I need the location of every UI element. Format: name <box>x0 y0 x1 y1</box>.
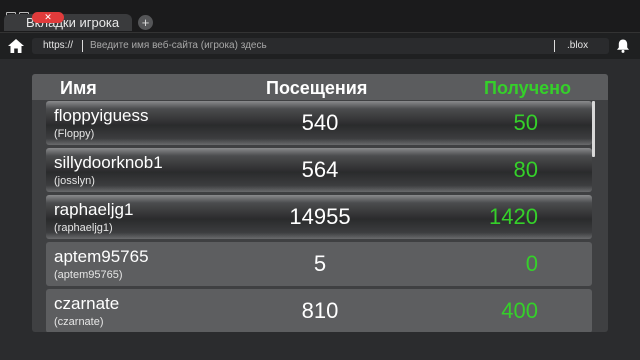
row-username: floppyiguess <box>54 106 149 125</box>
player-table: Имя Посещения Получено floppyiguess (Flo… <box>32 74 608 332</box>
row-display-name: (josslyn) <box>54 175 95 187</box>
table-header: Имя Посещения Получено <box>32 74 608 100</box>
header-visits: Посещения <box>266 78 368 98</box>
bell-icon[interactable] <box>616 39 630 53</box>
text-cursor <box>82 40 83 52</box>
text-cursor <box>554 40 555 52</box>
tab-player-tabs[interactable]: Вкладки игрока <box>4 14 132 31</box>
header-received: Получено <box>484 78 572 98</box>
row-received: 0 <box>525 251 538 276</box>
row-received: 1420 <box>489 204 538 229</box>
table-row[interactable]: aptem95765 (aptem95765) 5 0 <box>46 242 592 286</box>
close-icon[interactable]: ✕ <box>32 12 64 23</box>
row-username: sillydoorknob1 <box>54 153 163 172</box>
table-rows[interactable]: floppyiguess (Floppy) 540 50 sillydoorkn… <box>46 101 593 332</box>
row-visits: 810 <box>301 298 339 323</box>
address-input[interactable]: https:// Введите имя веб-сайта (игрока) … <box>32 38 609 54</box>
row-visits: 564 <box>301 157 339 182</box>
table-row[interactable]: raphaeljg1 (raphaeljg1) 14955 1420 <box>46 195 592 239</box>
row-username: czarnate <box>54 294 120 313</box>
row-visits: 14955 <box>289 204 351 229</box>
row-display-name: (raphaeljg1) <box>54 222 113 234</box>
domain-suffix: .blox <box>567 40 589 51</box>
row-visits: 5 <box>313 251 327 276</box>
row-received: 80 <box>513 157 538 182</box>
row-display-name: (aptem95765) <box>54 269 123 281</box>
row-display-name: (Floppy) <box>54 128 95 140</box>
address-row: https:// Введите имя веб-сайта (игрока) … <box>0 32 640 59</box>
row-visits: 540 <box>301 110 339 135</box>
row-received: 400 <box>501 298 538 323</box>
address-placeholder: Введите имя веб-сайта (игрока) здесь <box>90 40 267 51</box>
home-icon[interactable] <box>8 39 24 53</box>
row-username: aptem95765 <box>54 247 149 266</box>
row-display-name: (czarnate) <box>54 316 104 328</box>
header-name: Имя <box>60 78 97 98</box>
scrollbar[interactable] <box>592 101 595 157</box>
new-tab-button[interactable]: + <box>138 15 153 30</box>
row-received: 50 <box>513 110 538 135</box>
row-username: raphaeljg1 <box>54 200 134 219</box>
table-row[interactable]: czarnate (czarnate) 810 400 <box>46 289 592 332</box>
table-row[interactable]: sillydoorknob1 (josslyn) 564 80 <box>46 148 592 192</box>
table-row[interactable]: floppyiguess (Floppy) 540 50 <box>46 101 592 145</box>
url-scheme: https:// <box>43 40 74 51</box>
tab-bar: Вкладки игрока ✕ + <box>0 0 640 32</box>
